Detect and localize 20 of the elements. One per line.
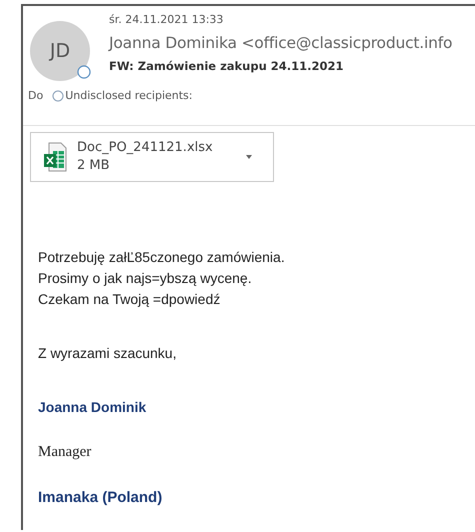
body-text: Czekam na Twoją =dpowiedź bbox=[38, 290, 222, 309]
signature-company: Imanaka (Poland) bbox=[38, 488, 164, 508]
sender-text: Joanna Dominika <office@classicproduct.info bbox=[109, 33, 452, 54]
recipient-status-icon bbox=[52, 90, 64, 102]
avatar-initials: JD bbox=[50, 40, 70, 62]
attachment-name: Doc_PO_241121.xlsx bbox=[77, 139, 214, 157]
subject-text: FW: Zamówienie zakupu 24.11.2021 bbox=[109, 58, 345, 75]
recipients-text: Undisclosed recipients: bbox=[65, 89, 192, 102]
spreadsheet-icon bbox=[43, 142, 67, 172]
signature-title: Manager bbox=[38, 443, 92, 462]
caret-icon[interactable] bbox=[245, 154, 253, 160]
body-text: Potrzebuję załĽ85czonego zamówienia. bbox=[38, 248, 286, 267]
closing-text: Z wyrazami szacunku, bbox=[38, 344, 178, 363]
to-label: Do bbox=[28, 89, 44, 102]
body-text: Prosimy o jak najs=ybszą wycenę. bbox=[38, 269, 253, 288]
attachment-card[interactable]: Doc_PO_241121.xlsx 2 MB bbox=[30, 132, 274, 182]
presence-icon bbox=[77, 65, 91, 79]
attachment-size: 2 MB bbox=[77, 157, 111, 175]
signature-name: Joanna Dominik bbox=[38, 398, 148, 417]
date-text: śr. 24.11.2021 13:33 bbox=[109, 12, 224, 28]
